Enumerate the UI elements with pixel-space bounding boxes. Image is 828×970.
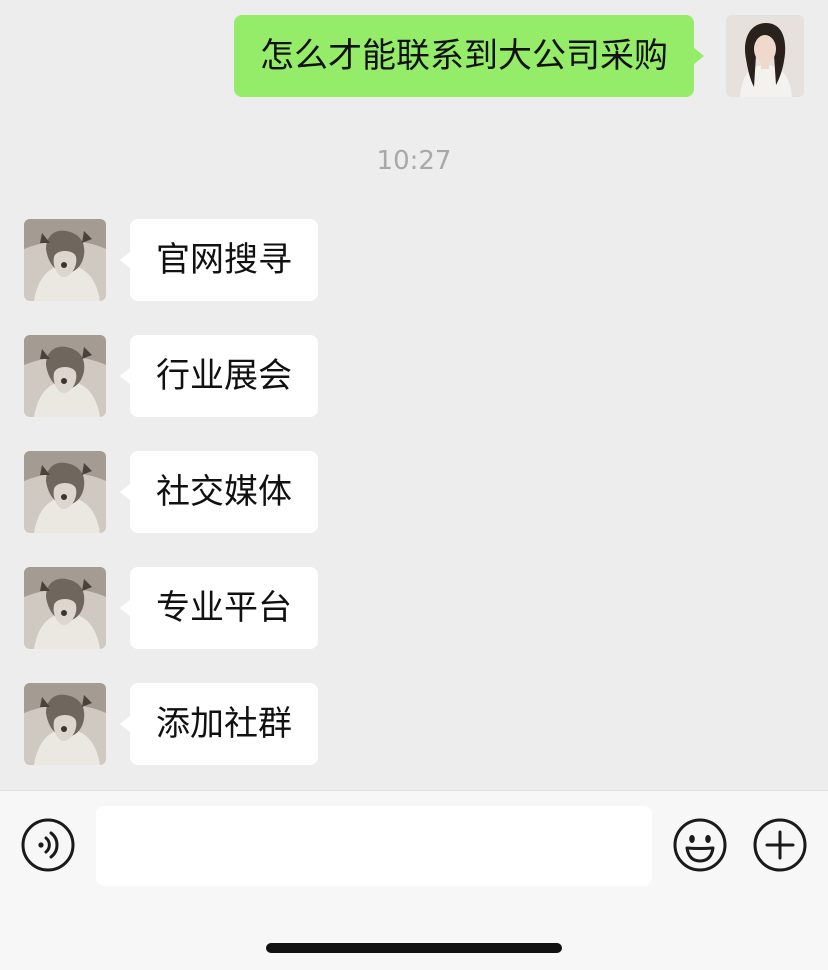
message-text-input[interactable] bbox=[96, 806, 652, 886]
contact-avatar[interactable] bbox=[24, 683, 106, 765]
message-input-bar bbox=[0, 790, 828, 970]
incoming-message-bubble[interactable]: 添加社群 bbox=[120, 683, 318, 765]
my-avatar[interactable] bbox=[726, 15, 804, 97]
incoming-message-text: 行业展会 bbox=[156, 356, 292, 396]
home-indicator[interactable] bbox=[266, 943, 562, 953]
cat-photo-avatar-icon bbox=[24, 683, 106, 765]
cat-photo-avatar-icon bbox=[24, 335, 106, 417]
message-timestamp: 10:27 bbox=[376, 146, 452, 176]
incoming-message-bubble[interactable]: 社交媒体 bbox=[120, 451, 318, 533]
contact-avatar[interactable] bbox=[24, 451, 106, 533]
user-photo-avatar-icon bbox=[726, 15, 804, 97]
contact-avatar[interactable] bbox=[24, 335, 106, 417]
outgoing-message-bubble[interactable]: 怎么才能联系到大公司采购 bbox=[234, 15, 704, 97]
contact-avatar[interactable] bbox=[24, 219, 106, 301]
incoming-message-bubble[interactable]: 行业展会 bbox=[120, 335, 318, 417]
incoming-message-text: 社交媒体 bbox=[156, 472, 292, 512]
outgoing-message-text: 怎么才能联系到大公司采购 bbox=[260, 36, 668, 76]
voice-button[interactable] bbox=[20, 817, 76, 873]
incoming-message-text: 官网搜寻 bbox=[156, 240, 292, 280]
emoji-button[interactable] bbox=[672, 817, 728, 873]
voice-icon bbox=[21, 818, 75, 872]
chat-message-list[interactable]: 怎么才能联系到大公司采购 10:27 官网搜寻 行业展会 社交媒体 专业平台 添… bbox=[0, 0, 828, 790]
cat-photo-avatar-icon bbox=[24, 567, 106, 649]
incoming-message-bubble[interactable]: 专业平台 bbox=[120, 567, 318, 649]
incoming-message-text: 添加社群 bbox=[156, 704, 292, 744]
cat-photo-avatar-icon bbox=[24, 219, 106, 301]
plus-icon bbox=[753, 818, 807, 872]
cat-photo-avatar-icon bbox=[24, 451, 106, 533]
emoji-icon bbox=[673, 818, 727, 872]
plus-button[interactable] bbox=[752, 817, 808, 873]
incoming-message-bubble[interactable]: 官网搜寻 bbox=[120, 219, 318, 301]
contact-avatar[interactable] bbox=[24, 567, 106, 649]
incoming-message-text: 专业平台 bbox=[156, 588, 292, 628]
